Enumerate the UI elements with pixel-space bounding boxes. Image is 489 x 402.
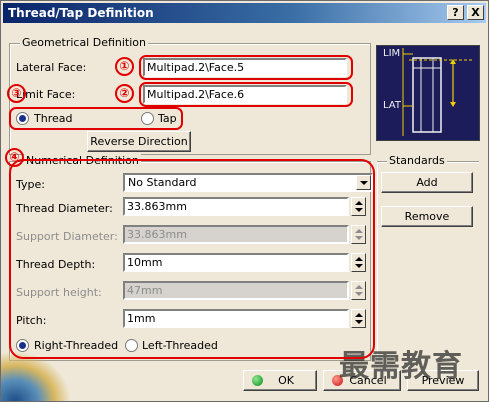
annotation-number-1: ① [115,57,134,76]
window-title: Thread/Tap Definition [8,6,154,20]
annotation-number-3: ③ [7,84,26,103]
reverse-direction-button[interactable]: Reverse Direction [87,131,191,152]
title-bar: Thread/Tap Definition [3,3,486,23]
ok-button[interactable]: OK [243,370,317,391]
thread-tap-dialog: Thread/Tap Definition ? X Geometrical De… [0,0,489,402]
annotation-number-2: ② [115,84,134,103]
lateral-face-label: Lateral Face: [16,61,87,74]
ok-label: OK [278,374,294,387]
ok-icon [252,375,263,386]
annotation-box-3 [9,107,183,130]
add-standard-button[interactable]: Add [381,172,473,193]
close-button[interactable]: X [467,5,484,20]
annotation-box-4 [9,159,375,359]
annotation-box-2 [139,82,353,107]
annotation-number-4: ④ [5,148,24,167]
diagram-lim-label: LIM [383,48,401,59]
annotation-box-1 [139,55,353,80]
thread-diagram-illustration [402,48,473,136]
geometrical-definition-title: Geometrical Definition [20,36,149,49]
standards-title: Standards [387,154,447,167]
thread-diagram: LIM LAT [376,45,480,141]
diagram-lat-label: LAT [383,100,401,111]
remove-standard-button[interactable]: Remove [381,206,473,227]
help-button[interactable]: ? [447,5,464,20]
